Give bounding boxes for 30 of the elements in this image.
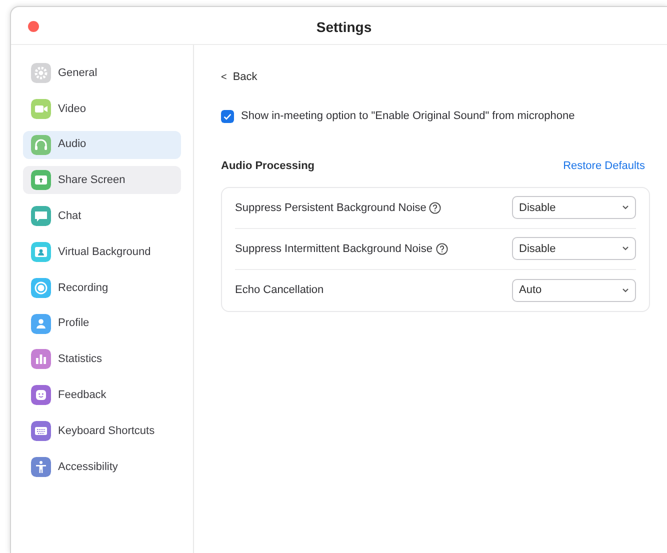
dropdown[interactable]: Auto xyxy=(512,278,636,302)
sidebar-item[interactable]: Feedback xyxy=(23,381,181,410)
sidebar-item[interactable]: Statistics xyxy=(23,345,181,374)
caret-icon xyxy=(622,205,629,210)
checkbox-label: Show in-meeting option to "Enable Original Sound" from microphone xyxy=(241,108,575,124)
help-icon[interactable] xyxy=(436,242,448,255)
section-title: Audio Processing xyxy=(221,159,315,174)
setting-label: Echo Cancellation xyxy=(235,283,324,298)
sidebar-item[interactable]: Chat xyxy=(23,202,181,230)
sidebar-item[interactable]: Share Screen xyxy=(23,166,181,194)
sidebar-item[interactable]: Profile xyxy=(23,310,181,338)
sidebar-item[interactable]: Keyboard Shortcuts xyxy=(23,416,181,445)
sidebar-item[interactable]: Accessibility xyxy=(23,452,181,481)
help-icon[interactable] xyxy=(429,202,442,214)
caret-icon xyxy=(622,288,629,293)
sidebar-item[interactable]: Virtual Background xyxy=(23,238,181,266)
window-title: Settings xyxy=(315,18,373,37)
sidebar-item[interactable]: Audio xyxy=(23,130,181,159)
caret-icon xyxy=(622,246,629,252)
back-button[interactable]: < Back xyxy=(221,69,258,86)
dropdown[interactable]: Disable xyxy=(512,237,636,260)
setting-label: Suppress Persistent Background Noise xyxy=(235,200,426,216)
sidebar-item[interactable]: Recording xyxy=(23,274,181,302)
dropdown[interactable]: Disable xyxy=(512,196,636,220)
sidebar-item[interactable]: Video xyxy=(23,94,181,123)
close-button[interactable] xyxy=(28,21,39,32)
restore-defaults-link[interactable]: Restore Defaults xyxy=(563,158,645,175)
sidebar-item[interactable]: General xyxy=(23,59,181,87)
setting-label: Suppress Intermittent Background Noise xyxy=(235,242,432,256)
checkbox[interactable] xyxy=(221,110,234,122)
